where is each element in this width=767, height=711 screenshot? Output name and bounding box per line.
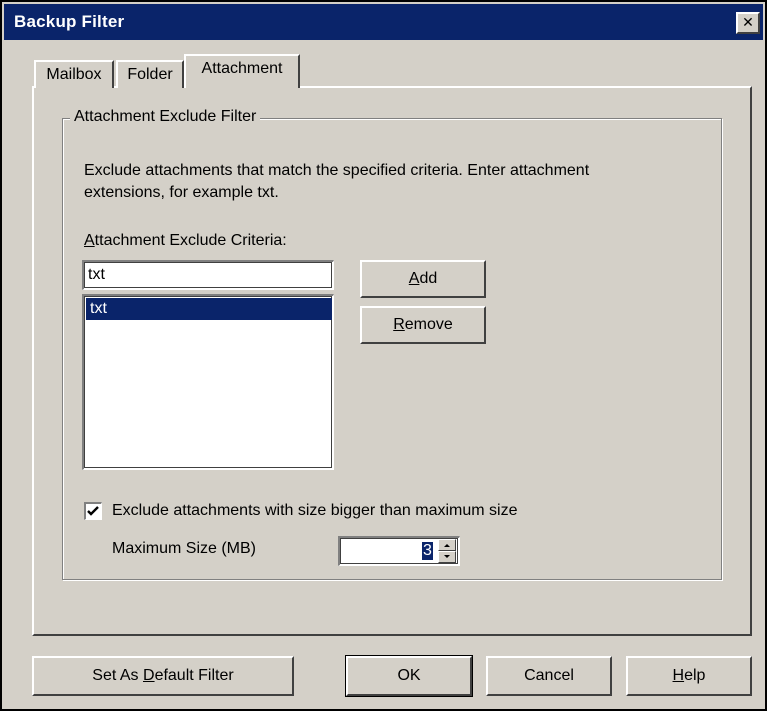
set-default-label: efault Filter (154, 667, 234, 684)
add-button[interactable]: Add (360, 260, 486, 298)
close-icon: ✕ (742, 15, 754, 31)
tab-mailbox[interactable]: Mailbox (34, 60, 114, 88)
max-size-label: Maximum Size (MB) (112, 540, 257, 557)
title-bar[interactable]: Backup Filter ✕ (4, 4, 763, 40)
spin-down-button[interactable] (438, 551, 456, 563)
ok-label: OK (397, 667, 421, 684)
max-size-value: 3 (422, 542, 433, 560)
list-item-label: txt (90, 300, 107, 317)
tab-mailbox-label: Mailbox (46, 66, 102, 83)
tab-folder[interactable]: Folder (116, 60, 184, 88)
criteria-label: Attachment Exclude Criteria: (84, 232, 287, 250)
help-label: elp (684, 667, 706, 684)
criteria-input[interactable]: txt (82, 260, 334, 290)
window-title: Backup Filter (14, 12, 125, 31)
ok-button[interactable]: OK (345, 655, 473, 697)
remove-accesskey: R (393, 316, 405, 333)
set-default-filter-button[interactable]: Set As Default Filter (32, 656, 294, 696)
cancel-label: Cancel (524, 667, 574, 684)
add-label: dd (419, 270, 438, 287)
list-item[interactable]: txt (86, 298, 332, 320)
help-accesskey: H (672, 667, 685, 684)
exclude-size-checkbox[interactable] (84, 502, 102, 520)
chevron-up-icon (444, 544, 450, 547)
criteria-label-text: ttachment Exclude Criteria: (94, 232, 287, 249)
spin-up-button[interactable] (438, 539, 456, 551)
checkmark-icon (87, 506, 99, 516)
set-default-accesskey: D (143, 667, 155, 684)
description-line-2: extensions, for example txt. (84, 184, 279, 201)
set-default-prefix: Set As (92, 667, 143, 684)
close-button[interactable]: ✕ (736, 12, 760, 34)
description-line-1: Exclude attachments that match the speci… (84, 162, 590, 179)
tab-attachment[interactable]: Attachment (184, 54, 300, 88)
exclude-size-label: Exclude attachments with size bigger tha… (112, 502, 518, 519)
tab-folder-label: Folder (127, 66, 173, 83)
remove-button[interactable]: Remove (360, 306, 486, 344)
max-size-spinner[interactable]: 3 (338, 536, 460, 566)
add-accesskey: A (408, 270, 420, 287)
tab-attachment-label: Attachment (201, 60, 283, 77)
help-button[interactable]: Help (626, 656, 752, 696)
groupbox-legend: Attachment Exclude Filter (70, 108, 261, 126)
cancel-button[interactable]: Cancel (486, 656, 612, 696)
remove-label: emove (404, 316, 453, 333)
criteria-input-value: txt (88, 266, 105, 283)
chevron-down-icon (444, 555, 450, 558)
criteria-list[interactable]: txt (82, 294, 334, 470)
criteria-label-accesskey: A (84, 232, 95, 249)
